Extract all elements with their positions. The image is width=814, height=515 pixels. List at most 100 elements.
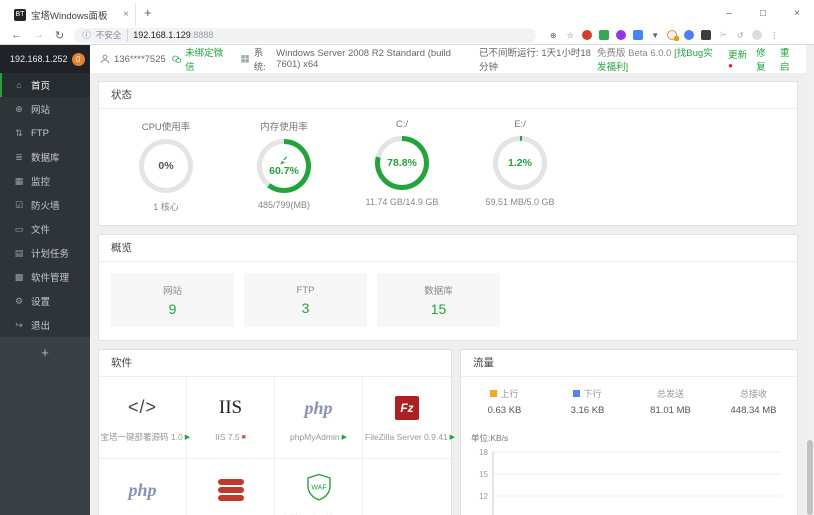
gauge-label: C:/ xyxy=(395,119,409,130)
sidebar-item-文件[interactable]: ▭ 文件 xyxy=(0,217,90,241)
gauge-sublabel: 59.51 MB/5.0 GB xyxy=(485,197,555,207)
software-icon-holder: php xyxy=(304,393,332,423)
maximize-button[interactable]: □ xyxy=(746,0,780,26)
traffic-stat-总接收: 总接收 448.34 MB xyxy=(712,387,795,416)
code-icon: </> xyxy=(127,396,158,417)
filter-extension-icon[interactable]: ▼ xyxy=(650,30,660,40)
sidebar-item-FTP[interactable]: ⇅ FTP xyxy=(0,121,90,145)
traffic-stat-上行: 上行 0.63 KB xyxy=(463,387,546,416)
sidebar-item-label: 数据库 xyxy=(31,153,60,164)
minimize-button[interactable]: – xyxy=(712,0,746,26)
forward-button[interactable]: → xyxy=(33,29,44,41)
sidebar-item-软件管理[interactable]: ▩ 软件管理 xyxy=(0,265,90,289)
green-extension-icon[interactable] xyxy=(599,30,610,40)
software-item-phpMyAdmin[interactable]: php phpMyAdmin ▶ xyxy=(275,377,363,459)
overview-value: 3 xyxy=(301,299,310,316)
back-button[interactable]: ← xyxy=(11,29,22,41)
sidebar-item-设置[interactable]: ⚙ 设置 xyxy=(0,289,90,313)
account-number: 136****7525 xyxy=(114,53,166,65)
sidebar-item-label: 防火墙 xyxy=(31,201,60,212)
cron-icon: ▤ xyxy=(14,247,24,258)
bookmark-star-icon[interactable]: ☆ xyxy=(565,30,575,40)
repair-link[interactable]: 修复 xyxy=(756,45,772,73)
overview-box-网站[interactable]: 网站 9 xyxy=(111,273,234,327)
sidebar-add-button[interactable]: + xyxy=(0,337,90,367)
sidebar-item-监控[interactable]: ▦ 监控 xyxy=(0,169,90,193)
reload-button[interactable]: ↻ xyxy=(55,29,64,42)
sidebar-item-首页[interactable]: ⌂ 首页 xyxy=(0,73,90,97)
software-icon-holder: IIS xyxy=(219,393,242,423)
orange-badge-extension-icon[interactable] xyxy=(667,30,680,41)
running-status-icon: ▶ xyxy=(341,434,347,441)
purple-extension-icon[interactable] xyxy=(616,30,627,40)
website-icon: ⊕ xyxy=(15,103,23,114)
system-label: 系统: xyxy=(253,48,266,73)
software-item-redis 1.0[interactable]: redis 1.0▶ xyxy=(187,459,275,515)
info-icon[interactable]: ⓘ xyxy=(82,29,91,41)
system-info: 系统: Windows Server 2008 R2 Standard (bui… xyxy=(241,45,463,73)
gauge-value: 0% xyxy=(158,160,174,172)
gauge-sublabel: 485/799(MB) xyxy=(257,200,311,210)
traffic-stat-value: 448.34 MB xyxy=(730,405,777,416)
adblock-extension-icon[interactable] xyxy=(582,30,593,40)
tab-title: 宝塔Windows面板 xyxy=(31,10,108,22)
software-grid: </> 宝塔一键部署源码 1.0 ▶ IIS IIS 7.5 ■ php phpMyAdmin… xyxy=(99,377,455,515)
profile-avatar-icon[interactable] xyxy=(752,30,763,40)
sidebar-item-网站[interactable]: ⊕ 网站 xyxy=(0,97,90,121)
software-item-FileZilla Server 0.9.41[interactable]: Fz FileZilla Server 0.9.41 ▶ xyxy=(363,377,455,459)
gauge-ring-inner: 0% xyxy=(144,144,188,188)
tab-close-icon[interactable]: × xyxy=(123,9,129,20)
blue-extension-icon[interactable] xyxy=(633,30,644,40)
traffic-stat-总发送: 总发送 81.01 MB xyxy=(629,387,712,416)
close-button[interactable]: × xyxy=(780,0,814,26)
sidebar-item-label: 退出 xyxy=(31,321,51,332)
monitor-icon: ▦ xyxy=(14,175,24,186)
sidebar-item-数据库[interactable]: ≣ 数据库 xyxy=(0,145,90,169)
software-item-宝塔一键部署源码 1.0[interactable]: </> 宝塔一键部署源码 1.0 ▶ xyxy=(99,377,190,459)
sidebar-item-防火墙[interactable]: ☑ 防火墙 xyxy=(0,193,90,217)
history-icon[interactable]: ↺ xyxy=(735,30,745,40)
url-bar[interactable]: ⓘ 不安全 192.168.1.129:8888 xyxy=(74,27,537,43)
browser-tab-strip: BT 宝塔Windows面板 × + – □ × xyxy=(0,0,814,26)
sidebar-item-退出[interactable]: ↪ 退出 xyxy=(0,313,90,337)
sidebar-server-header[interactable]: 192.168.1.252 0 xyxy=(0,45,90,73)
browser-tab[interactable]: BT 宝塔Windows面板 × xyxy=(8,3,136,26)
new-tab-button[interactable]: + xyxy=(144,5,152,20)
software-item-IIS 7.5[interactable]: IIS IIS 7.5 ■ xyxy=(187,377,275,459)
zoom-icon[interactable]: ⊕ xyxy=(548,30,558,40)
restart-link[interactable]: 重启 xyxy=(780,45,796,73)
overview-label: 数据库 xyxy=(424,286,453,297)
share-icon[interactable]: ⌲ xyxy=(718,30,728,40)
blue-round-extension-icon[interactable] xyxy=(684,30,695,40)
software-icon-holder: </> xyxy=(128,392,157,422)
system-value: Windows Server 2008 R2 Standard (build 7… xyxy=(276,48,451,70)
sidebar-item-label: 计划任务 xyxy=(31,249,70,260)
traffic-stat-value: 3.16 KB xyxy=(570,405,605,416)
wechat-bind-link[interactable]: 未绑定微信 xyxy=(171,45,225,73)
update-dot-icon: ● xyxy=(728,60,733,70)
running-status-icon: ▶ xyxy=(449,434,456,441)
uptime-text: 已不间断运行: 1天1小时18分钟 xyxy=(479,48,591,73)
browser-navbar: ← → ↻ ⓘ 不安全 192.168.1.129:8888 ⊕ ☆ ▼ ⌲ ↺ ⋮ xyxy=(0,26,814,45)
overview-box-FTP[interactable]: FTP 3 xyxy=(244,273,367,327)
message-count-badge[interactable]: 0 xyxy=(71,52,85,66)
account-group[interactable]: 136****7525 xyxy=(100,54,166,65)
scrollbar-thumb[interactable] xyxy=(807,440,813,515)
traffic-stat-label-text: 总发送 xyxy=(656,389,684,399)
sidebar-item-label: 设置 xyxy=(31,297,51,308)
chart-unit-label: 单位:KB/s xyxy=(471,433,509,443)
clean-memory-icon[interactable] xyxy=(279,156,289,165)
database-icon: ≣ xyxy=(15,151,23,162)
page-scrollbar[interactable] xyxy=(806,45,814,515)
traffic-stat-label-text: 总接收 xyxy=(739,389,767,399)
software-item-PHP-5.2[interactable]: phpPHP-5.2▶ xyxy=(99,459,187,515)
gauge-label: CPU使用率 xyxy=(141,122,191,133)
software-icon: ▩ xyxy=(14,271,24,282)
sidebar-item-label: 监控 xyxy=(31,177,51,188)
software-item-宝塔IIS防火墙 1.0[interactable]: WAF宝塔IIS防火墙 1.0▶ xyxy=(275,459,363,515)
menu-kebab-icon[interactable]: ⋮ xyxy=(769,30,779,40)
dark-extension-icon[interactable] xyxy=(701,30,712,40)
sidebar-item-计划任务[interactable]: ▤ 计划任务 xyxy=(0,241,90,265)
overview-box-数据库[interactable]: 数据库 15 xyxy=(377,273,500,327)
update-link[interactable]: 更新● xyxy=(728,47,748,72)
